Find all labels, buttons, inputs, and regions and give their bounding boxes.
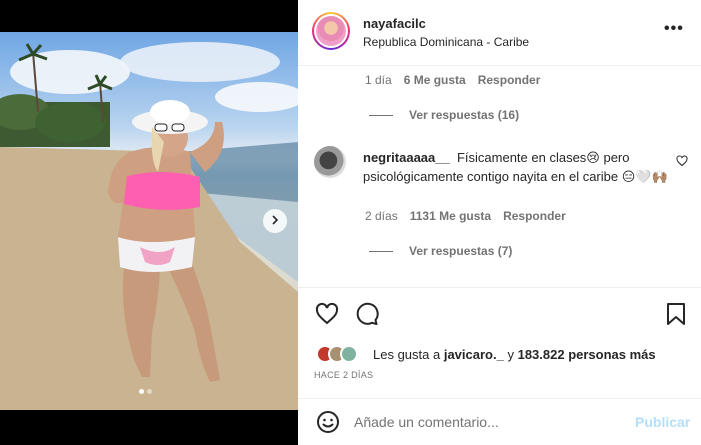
post-header: nayafacilc Republica Dominicana - Caribe… xyxy=(298,0,701,66)
liked-by-avatars[interactable] xyxy=(316,345,358,363)
comment-body: negritaaaaa__ Físicamente en clases😢 per… xyxy=(363,148,668,186)
comments-list: 1 día 6 Me gusta Responder Ver respuesta… xyxy=(298,66,701,287)
post-media xyxy=(0,0,298,445)
comment-meta: 1 día 6 Me gusta Responder xyxy=(365,73,540,87)
author-username[interactable]: nayafacilc xyxy=(363,16,426,31)
post-actions: Les gusta a javicaro._ y 183.822 persona… xyxy=(298,287,701,405)
reply-button[interactable]: Responder xyxy=(503,209,566,223)
likes-prefix: Les gusta a xyxy=(373,347,441,362)
commenter-avatar[interactable] xyxy=(314,146,346,178)
likes-count[interactable]: 183.822 personas más xyxy=(518,347,656,362)
post-location[interactable]: Republica Dominicana - Caribe xyxy=(363,35,529,49)
post-photo[interactable] xyxy=(0,32,298,410)
chevron-right-icon xyxy=(270,212,280,230)
beach-photo-illustration xyxy=(0,42,298,410)
post-comment-button[interactable]: Publicar xyxy=(635,414,690,430)
emoji-smile-icon[interactable] xyxy=(316,410,340,439)
comment-meta: 2 días 1131 Me gusta Responder xyxy=(365,209,566,223)
view-replies-button[interactable]: Ver respuestas (16) xyxy=(369,108,519,122)
liked-by-user[interactable]: javicaro._ xyxy=(444,347,504,362)
likes-middle: y xyxy=(507,347,514,362)
likes-summary: Les gusta a javicaro._ y 183.822 persona… xyxy=(373,347,656,362)
commenter-username[interactable]: negritaaaaa__ xyxy=(363,150,450,165)
comment-likes[interactable]: 1131 Me gusta xyxy=(410,209,491,223)
carousel-dot-active xyxy=(139,389,144,394)
more-horizontal-icon[interactable]: ••• xyxy=(664,20,684,38)
comment-likes[interactable]: 6 Me gusta xyxy=(404,73,466,87)
heart-icon[interactable] xyxy=(315,302,339,331)
bookmark-icon[interactable] xyxy=(665,302,687,331)
post-detail-panel: nayafacilc Republica Dominicana - Caribe… xyxy=(298,0,701,445)
avatar xyxy=(340,345,358,363)
author-avatar[interactable] xyxy=(312,12,350,50)
carousel-next-button[interactable] xyxy=(263,209,287,233)
comment-bubble-icon[interactable] xyxy=(355,302,379,331)
carousel-dot xyxy=(147,389,152,394)
comment-time: 2 días xyxy=(365,209,398,223)
comment-input[interactable] xyxy=(354,412,624,432)
post-timestamp[interactable]: HACE 2 DÍAS xyxy=(314,370,373,380)
view-replies-label: Ver respuestas (7) xyxy=(409,244,513,258)
view-replies-button[interactable]: Ver respuestas (7) xyxy=(369,244,512,258)
carousel-indicator xyxy=(139,389,152,394)
comment-like-heart-icon[interactable] xyxy=(676,154,688,172)
reply-button[interactable]: Responder xyxy=(478,73,541,87)
add-comment-bar: Publicar xyxy=(298,398,701,445)
view-replies-label: Ver respuestas (16) xyxy=(409,108,520,122)
comment-time: 1 día xyxy=(365,73,392,87)
